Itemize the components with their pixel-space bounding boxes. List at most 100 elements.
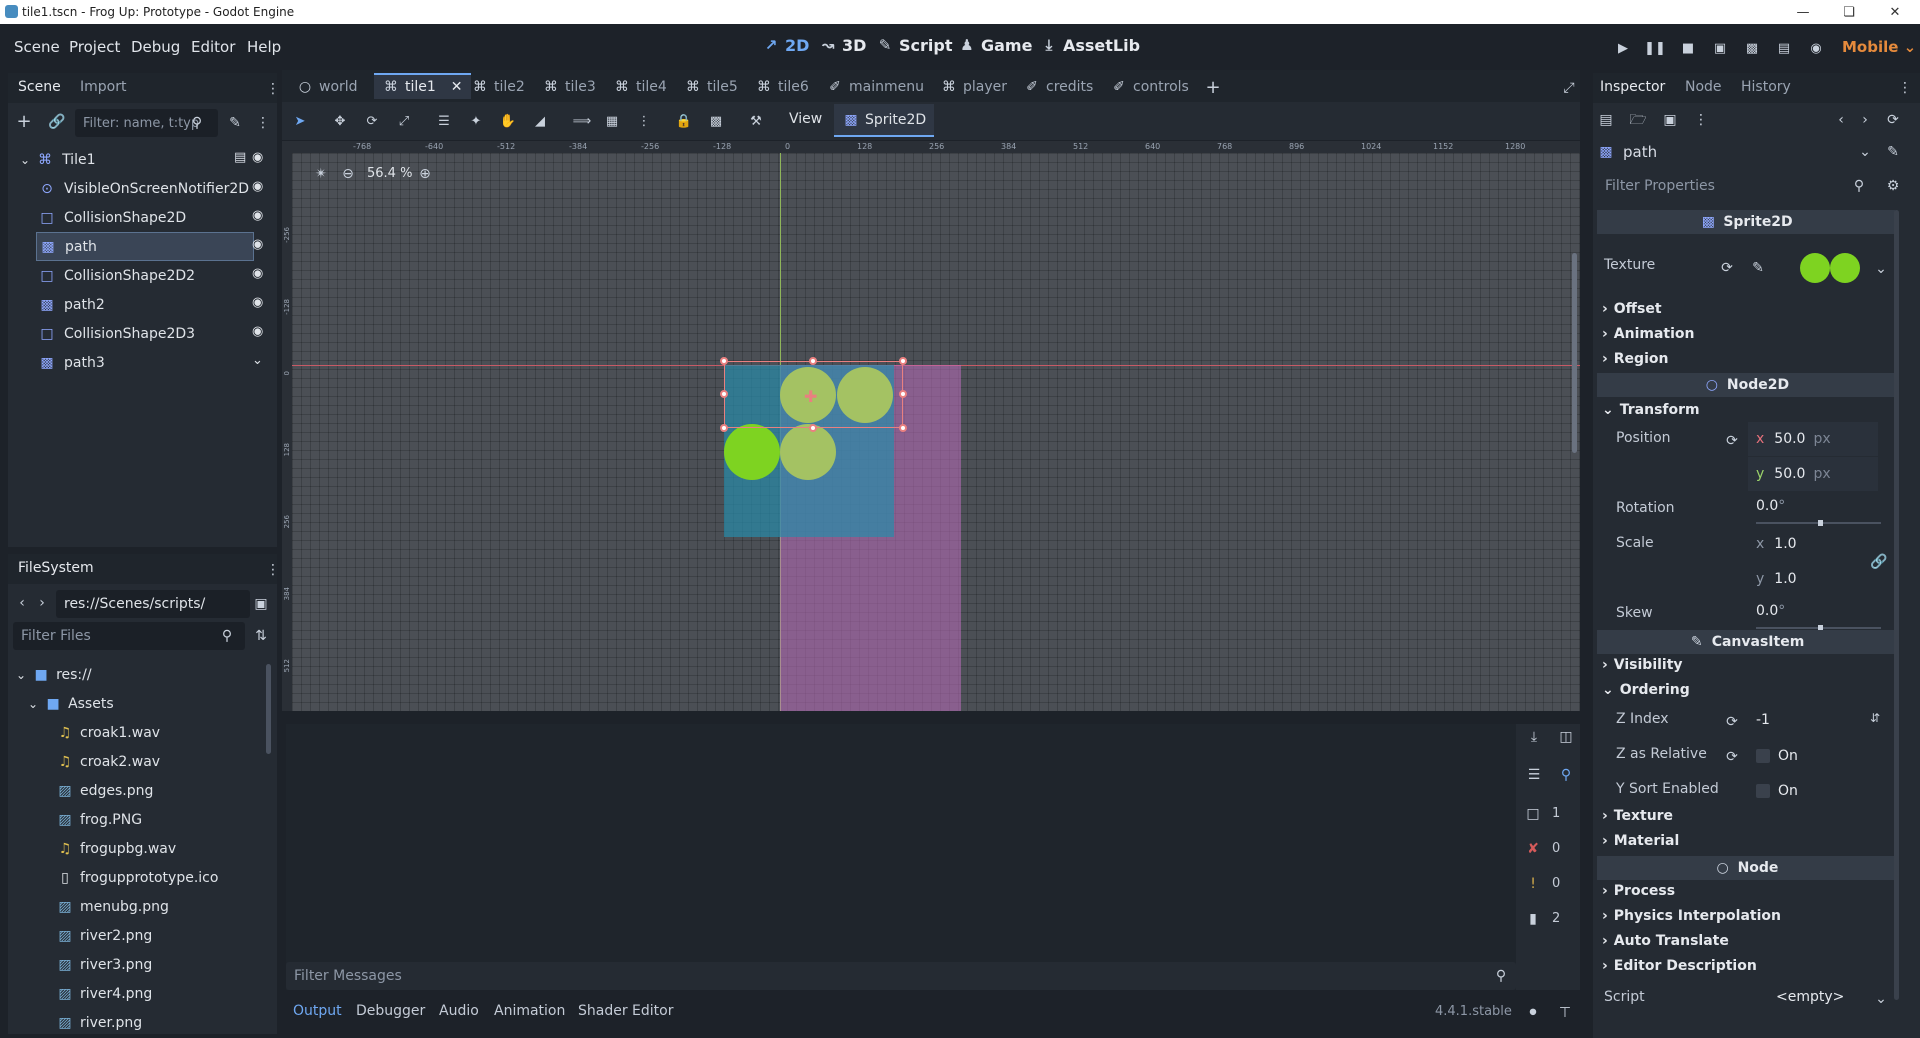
copy-output-icon[interactable]: ◫ — [1557, 728, 1575, 746]
sort-icon[interactable]: ⇅ — [252, 627, 270, 645]
sprite-circle-4[interactable] — [780, 424, 836, 480]
filesystem-scrollbar[interactable] — [266, 664, 271, 754]
scene-tree-row[interactable]: ▩ path3 — [8, 348, 277, 377]
ysort-checkbox[interactable]: On — [1756, 777, 1798, 805]
ruler-tool-icon[interactable]: ◢ — [528, 110, 552, 132]
move-tool-icon[interactable]: ✥ — [328, 110, 352, 132]
workspace-2d-button[interactable]: ↗ 2D — [762, 36, 810, 55]
filter-properties-input[interactable]: Filter Properties — [1597, 172, 1857, 200]
group-physics-interpolation[interactable]: › Physics Interpolation — [1602, 908, 1781, 924]
file-item[interactable]: ▨ frog.PNG — [8, 805, 142, 834]
pivot-cross-icon[interactable]: ✚ — [804, 387, 817, 406]
scene-tab-world[interactable]: ○ world — [296, 77, 358, 97]
group-visibility[interactable]: › Visibility — [1602, 657, 1683, 673]
visibility-eye-icon[interactable]: ◉ — [252, 150, 263, 165]
scale-x-field[interactable]: x 1.0 — [1748, 527, 1878, 561]
zrelative-revert-icon[interactable]: ⟳ — [1723, 748, 1741, 766]
bone-icon[interactable]: ⚒ — [744, 110, 768, 132]
group-material[interactable]: › Material — [1602, 833, 1679, 849]
file-item[interactable]: ▨ river.png — [8, 1008, 142, 1034]
scene-tree-row[interactable]: □ CollisionShape2D — [8, 203, 277, 232]
tab-node[interactable]: Node — [1685, 79, 1722, 95]
selection-handle[interactable] — [809, 424, 817, 432]
message-icon[interactable]: □ — [1524, 805, 1542, 823]
zoom-out-icon[interactable]: ⊖ — [339, 165, 357, 183]
menu-scene[interactable]: Scene — [14, 38, 60, 56]
selection-handle[interactable] — [809, 357, 817, 365]
sprite2d-tab[interactable]: ▩ Sprite2D — [834, 104, 935, 137]
select-tool-icon[interactable]: ➤ — [288, 110, 312, 132]
menu-project[interactable]: Project — [69, 38, 120, 56]
script-value[interactable]: <empty> — [1776, 989, 1844, 1005]
texture-revert-icon[interactable]: ⟳ — [1718, 259, 1736, 277]
expand-panel-icon[interactable]: ⊤ — [1556, 1004, 1574, 1022]
scene-tree-row[interactable]: ⊙ VisibleOnScreenNotifier2D — [8, 174, 277, 203]
scene-tree-row[interactable]: ▩ path2 — [8, 290, 277, 319]
zoom-level[interactable]: 56.4 % — [367, 166, 412, 181]
group-transform[interactable]: ⌄ Transform — [1602, 402, 1700, 418]
scene-tree-row[interactable]: ▩ path — [36, 232, 254, 261]
renderer-select[interactable]: Mobile ⌄ — [1842, 38, 1916, 56]
visibility-eye-icon[interactable]: ◉ — [252, 208, 263, 223]
scene-tab-tile5[interactable]: ⌘ tile5 — [684, 77, 738, 97]
texture-chevron-icon[interactable]: ⌄ — [1872, 260, 1890, 278]
file-item[interactable]: ▨ river3.png — [8, 950, 152, 979]
file-item[interactable]: ♫ croak1.wav — [8, 718, 160, 747]
file-item[interactable]: ▨ edges.png — [8, 776, 153, 805]
chevron-down-icon[interactable]: ⌄ — [16, 668, 26, 682]
file-item[interactable]: ▯ frogupprototype.ico — [8, 863, 218, 892]
filter-files-input[interactable]: Filter Files — [13, 622, 245, 650]
center-view-icon[interactable]: ✴ — [312, 165, 330, 183]
stop-icon[interactable]: ■ — [1677, 37, 1699, 59]
object-history-icon[interactable]: ⟳ — [1884, 111, 1902, 129]
position-y-field[interactable]: y 50.0 px — [1748, 457, 1878, 491]
scene-tree-row[interactable]: □ CollisionShape2D2 — [8, 261, 277, 290]
tab-import[interactable]: Import — [80, 79, 126, 95]
zoom-in-icon[interactable]: ⊕ — [416, 165, 434, 183]
visibility-eye-icon[interactable]: ◉ — [252, 237, 263, 252]
folder-item[interactable]: ⌄ ■ res:// — [8, 660, 92, 689]
selected-object[interactable]: ▩ path — [1597, 138, 1877, 166]
close-window-icon[interactable]: ✕ — [1872, 0, 1918, 24]
link-icon[interactable]: 🔗 — [48, 113, 66, 131]
history-back-icon[interactable]: ‹ — [1832, 111, 1850, 129]
group-editor-description[interactable]: › Editor Description — [1602, 958, 1757, 974]
filesystem-menu-icon[interactable]: ⋮ — [264, 561, 277, 579]
visibility-eye-icon[interactable]: ◉ — [252, 324, 263, 339]
pivot-tool-icon[interactable]: ✦ — [464, 110, 488, 132]
viewport-scrollbar[interactable] — [1572, 253, 1577, 453]
distraction-free-icon[interactable]: ⤢ — [1560, 79, 1578, 97]
open-resource-icon[interactable]: 🗁 — [1629, 111, 1647, 129]
spin-arrows-icon[interactable]: ⇵ — [1870, 711, 1880, 725]
selection-handle[interactable] — [720, 357, 728, 365]
list-select-icon[interactable]: ☰ — [432, 110, 456, 132]
texture-preview[interactable] — [1800, 253, 1864, 283]
object-chevron-down-icon[interactable]: ⌄ — [1856, 143, 1874, 161]
2d-viewport[interactable]: ✚ ✴ ⊖ 56.4 % ⊕ — [292, 153, 1580, 711]
script-attach-icon[interactable]: ✎ — [226, 114, 244, 132]
scene-tab-tile2[interactable]: ⌘ tile2 — [471, 77, 525, 97]
pan-tool-icon[interactable]: ✋ — [496, 110, 520, 132]
visibility-eye-icon[interactable]: ⌄ — [252, 353, 263, 368]
property-tools-icon[interactable]: ⚙ — [1884, 177, 1902, 195]
inspector-menu-icon[interactable]: ⋮ — [1896, 79, 1914, 97]
collapse-icon[interactable]: ☰ — [1525, 766, 1543, 784]
folder-item[interactable]: ⌄ ■ Assets — [8, 689, 114, 718]
tab-audio[interactable]: Audio — [439, 1003, 479, 1019]
scene-tab-controls[interactable]: ✐ controls — [1110, 77, 1189, 97]
chevron-down-icon[interactable]: ⌄ — [20, 153, 30, 167]
menu-editor[interactable]: Editor — [191, 38, 235, 56]
scene-tab-credits[interactable]: ✐ credits — [1023, 77, 1093, 97]
visibility-eye-icon[interactable]: ◉ — [252, 179, 263, 194]
new-resource-icon[interactable]: ▤ — [1597, 111, 1615, 129]
rotate-tool-icon[interactable]: ⟳ — [360, 110, 384, 132]
tab-scene[interactable]: Scene — [18, 79, 61, 95]
error-icon[interactable]: ✘ — [1524, 840, 1542, 858]
output-search-icon[interactable]: ⚲ — [1557, 766, 1575, 784]
pin-icon[interactable]: ⚫ — [1524, 1004, 1542, 1022]
position-revert-icon[interactable]: ⟳ — [1723, 432, 1741, 450]
workspace-assetlib-button[interactable]: ⤓ AssetLib — [1040, 36, 1140, 55]
scene-tab-player[interactable]: ⌘ player — [940, 77, 1007, 97]
tab-debugger[interactable]: Debugger — [356, 1003, 425, 1019]
scale-tool-icon[interactable]: ⤢ — [392, 110, 416, 132]
